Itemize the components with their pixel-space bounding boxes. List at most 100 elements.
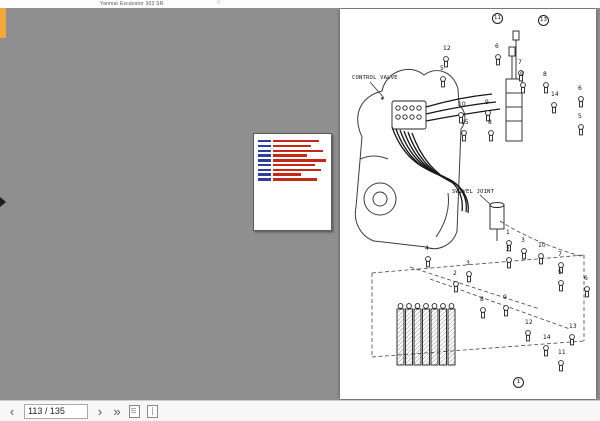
callout-number-3: 3	[521, 237, 525, 244]
fitting-icon	[481, 308, 486, 318]
legend-text-segment	[273, 178, 317, 180]
legend-line	[258, 159, 327, 161]
callout-number-6: 6	[578, 85, 582, 92]
callout-number-10: 10	[458, 101, 466, 108]
viewer-canvas[interactable]: CONTROL VALVE SWIVEL JOINT 1113126579814…	[0, 8, 600, 400]
hose-bundle	[392, 94, 500, 213]
legend-line	[258, 169, 327, 171]
callout-number-3: 3	[466, 260, 470, 267]
fitting-icon	[585, 287, 590, 297]
pdf-nav-toolbar: ‹ › »	[0, 400, 600, 421]
fitting-icon	[579, 97, 584, 107]
star-icon[interactable]: ☆	[216, 0, 221, 7]
next-page-button[interactable]: ›	[95, 405, 105, 418]
legend-lines	[258, 140, 327, 181]
window-title-bar: Yanmar Excavator 303 SR ☆	[0, 0, 600, 8]
legend-text-segment	[258, 145, 271, 147]
parts-diagram: CONTROL VALVE SWIVEL JOINT	[340, 9, 596, 399]
fitting-icon	[544, 83, 549, 93]
legend-text-segment	[273, 154, 307, 156]
valve-stack	[506, 31, 522, 141]
sidebar-expand-arrow-icon[interactable]	[0, 197, 6, 207]
legend-line	[258, 164, 327, 166]
manifold-block	[397, 304, 455, 365]
pdf-page: CONTROL VALVE SWIVEL JOINT 1113126579814…	[340, 9, 596, 399]
callout-number-6: 6	[584, 275, 588, 282]
parts-legend-box[interactable]	[253, 133, 332, 231]
document-title: Yanmar Excavator 303 SR	[100, 1, 163, 7]
fitting-icon	[462, 131, 467, 141]
fitting-icon	[522, 249, 527, 259]
legend-text-segment	[258, 173, 271, 175]
legend-text-segment	[273, 173, 301, 175]
legend-line	[258, 145, 327, 147]
legend-line	[258, 178, 327, 180]
legend-text-segment	[273, 150, 323, 152]
callout-number-11: 11	[492, 13, 503, 24]
callout-number-5: 5	[558, 269, 562, 276]
callout-number-9: 9	[485, 99, 489, 106]
fitting-icon	[496, 55, 501, 65]
callout-number-9: 9	[520, 71, 524, 78]
callout-number-5: 5	[440, 65, 444, 72]
fitting-icon	[559, 361, 564, 371]
control-valve-part	[392, 101, 426, 129]
callout-number-10: 10	[538, 242, 546, 249]
callout-number-12: 12	[525, 319, 533, 326]
page-number-input[interactable]	[24, 404, 88, 419]
fitting-icon	[544, 346, 549, 356]
legend-text-segment	[273, 159, 326, 161]
legend-text-segment	[273, 169, 321, 171]
fitting-icon	[504, 306, 509, 316]
legend-text-segment	[258, 150, 271, 152]
fitting-icon	[539, 254, 544, 264]
fitting-icon	[579, 125, 584, 135]
callout-number-4: 4	[425, 245, 429, 252]
bookmark-highlight-strip	[0, 8, 6, 38]
legend-line	[258, 140, 327, 142]
legend-text-segment	[258, 154, 271, 156]
fitting-icon	[467, 272, 472, 282]
fitting-icon	[507, 258, 512, 268]
fitting-icon	[454, 282, 459, 292]
legend-text-segment	[258, 164, 271, 166]
legend-line	[258, 150, 327, 152]
callout-number-8: 8	[480, 296, 484, 303]
callout-number-7: 7	[558, 251, 562, 258]
previous-page-button[interactable]: ‹	[7, 405, 17, 418]
callout-number-8: 8	[488, 119, 492, 126]
legend-text-segment	[258, 140, 271, 142]
callout-number-2: 2	[453, 270, 457, 277]
fitting-icon	[444, 57, 449, 67]
facing-pages-view-icon[interactable]	[147, 405, 158, 418]
last-page-button[interactable]: »	[112, 405, 122, 418]
legend-text-segment	[258, 178, 271, 180]
legend-text-segment	[273, 145, 311, 147]
fitting-icon	[521, 83, 526, 93]
legend-line	[258, 154, 327, 156]
control-valve-label: CONTROL VALVE	[352, 75, 398, 81]
callout-number-7: 7	[518, 59, 522, 66]
page-scroll-view-icon[interactable]	[129, 405, 140, 418]
excavator-body-outline	[355, 69, 465, 248]
legend-text-segment	[273, 164, 315, 166]
callout-number-2: 2	[506, 246, 510, 253]
callout-number-6: 6	[495, 43, 499, 50]
legend-text-segment	[258, 159, 271, 161]
fitting-icon	[426, 257, 431, 267]
legend-text-segment	[273, 140, 319, 142]
fitting-icon	[552, 103, 557, 113]
callout-number-14: 14	[543, 334, 551, 341]
fitting-icon	[559, 281, 564, 291]
callout-number-13: 13	[538, 15, 549, 26]
fitting-icon	[489, 131, 494, 141]
callout-number-15: 15	[461, 119, 469, 126]
callout-number-11: 11	[558, 349, 566, 356]
legend-line	[258, 173, 327, 175]
callout-number-1: 1	[513, 377, 524, 388]
callout-number-12: 12	[443, 45, 451, 52]
callout-number-9: 9	[503, 294, 507, 301]
swivel-joint-label: SWIVEL JOINT	[452, 189, 495, 195]
callout-number-13: 13	[569, 323, 577, 330]
fitting-icon	[526, 331, 531, 341]
